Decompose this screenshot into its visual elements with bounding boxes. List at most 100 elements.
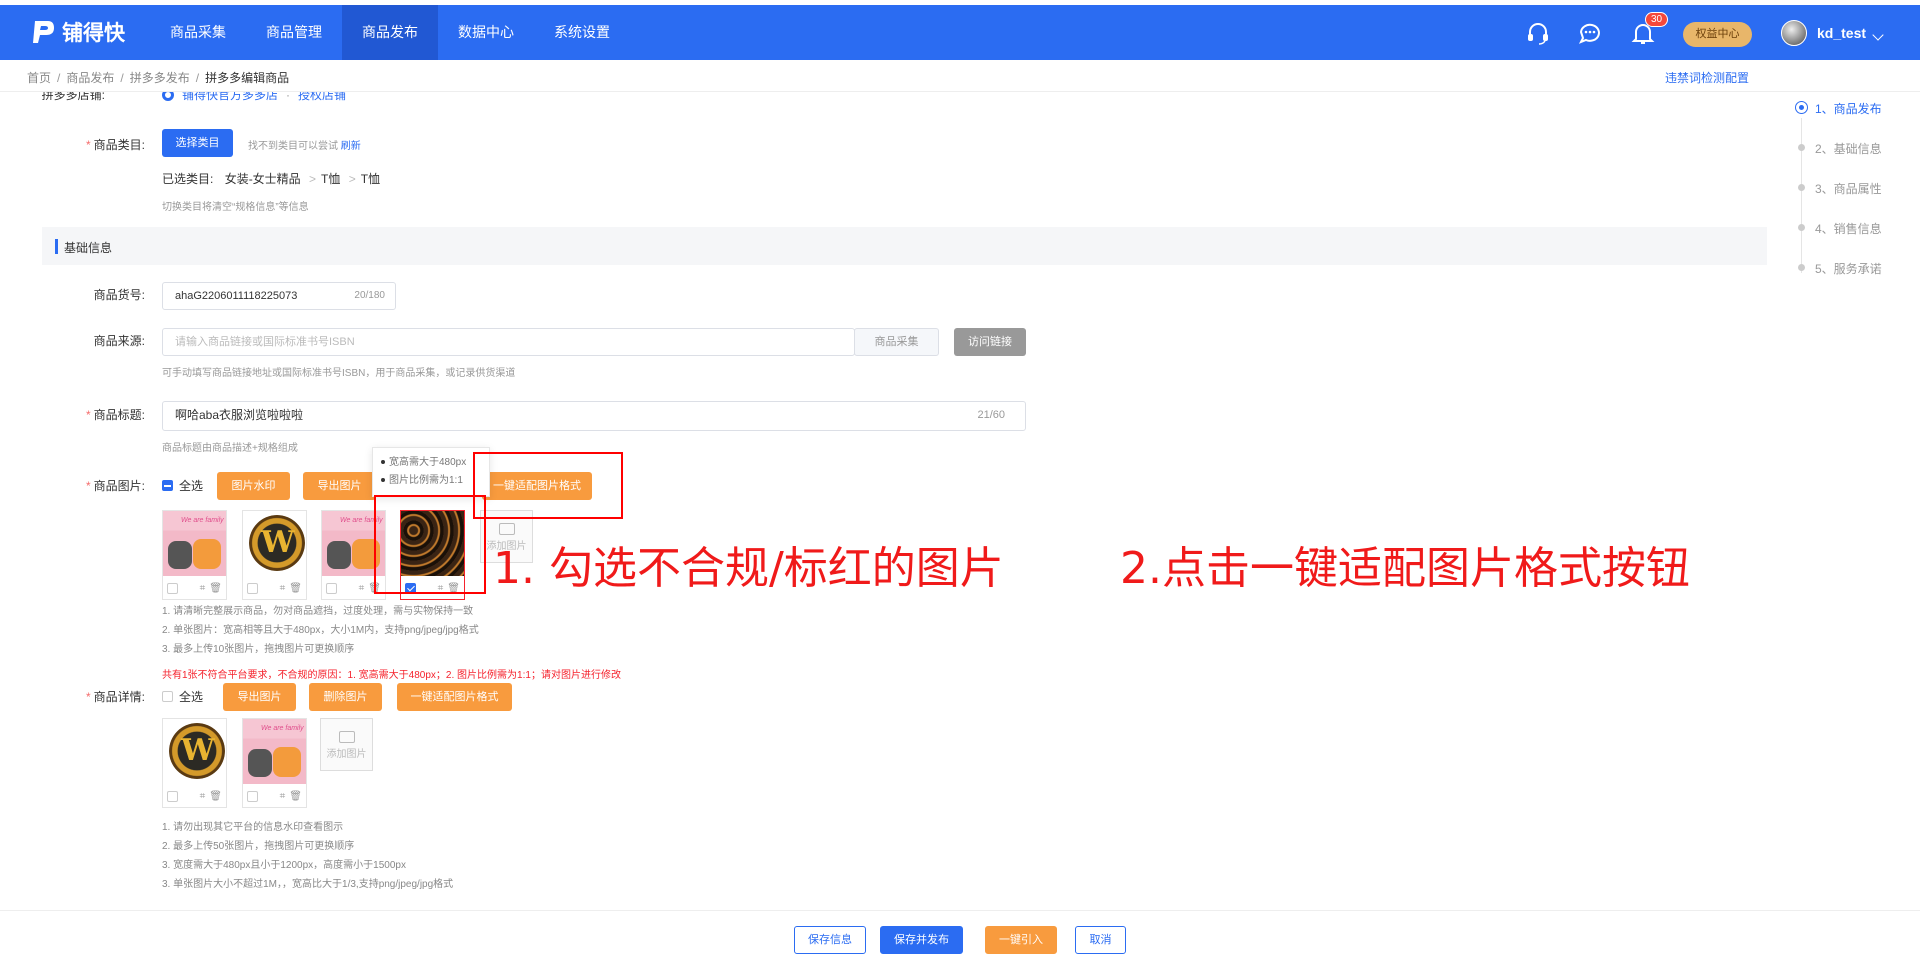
avatar[interactable] [1781, 20, 1807, 46]
step-2[interactable]: 2、基础信息 [1795, 140, 1882, 180]
image-checkbox[interactable] [167, 582, 178, 594]
title-label: * 商品标题: [85, 408, 145, 422]
basic-info-header: 基础信息 [42, 227, 1767, 265]
select-all-label: 全选 [179, 690, 204, 704]
logo[interactable]: 铺得快 [32, 17, 125, 47]
crop-icon[interactable]: ⌗ [200, 791, 206, 802]
highlight-box-button [473, 452, 623, 519]
image-placeholder-icon [338, 731, 355, 743]
trash-icon[interactable]: 🗑 [289, 791, 302, 802]
main-nav: 商品采集 商品管理 商品发布 数据中心 系统设置 [150, 5, 630, 60]
logo-icon [33, 21, 54, 43]
images-select-all[interactable]: 全选 [162, 477, 203, 494]
section-title: 基础信息 [64, 241, 113, 255]
tooltip-line: 图片比例需为1:1 [381, 472, 481, 490]
image-checkbox[interactable] [326, 582, 337, 594]
image-notes: 1. 请清晰完整展示商品，勿对商品遮挡，过度处理，需与实物保持一致 2. 单张图… [162, 606, 479, 655]
detail-image-2[interactable]: We are family ⌗ 🗑 [242, 718, 307, 808]
nav-settings[interactable]: 系统设置 [534, 5, 630, 60]
product-image-2[interactable]: W ⌗ 🗑 [242, 510, 307, 600]
chat-icon[interactable] [1577, 20, 1603, 46]
sku-label: 商品货号: [93, 288, 145, 302]
image-checkbox[interactable] [247, 790, 258, 802]
title-count: 21/60 [977, 409, 1005, 421]
username[interactable]: kd_test [1817, 25, 1866, 41]
detail-label: * 商品详情: [85, 690, 145, 704]
one-click-import-button[interactable]: 一键引入 [985, 926, 1057, 954]
chevron-down-icon[interactable] [1872, 29, 1884, 41]
step-5[interactable]: 5、服务承诺 [1795, 260, 1882, 300]
export-images-button[interactable]: 导出图片 [303, 472, 376, 500]
detail-adapt-button[interactable]: 一键适配图片格式 [397, 683, 512, 711]
breadcrumb-publish[interactable]: 商品发布 [66, 71, 114, 85]
store-option[interactable]: 铺得快官方多多店 · 授权店铺 [162, 92, 346, 103]
select-category-button[interactable]: 选择类目 [162, 129, 233, 157]
trash-icon[interactable]: 🗑 [289, 583, 302, 594]
nav-data[interactable]: 数据中心 [438, 5, 534, 60]
detail-delete-button[interactable]: 删除图片 [309, 683, 382, 711]
crop-icon[interactable]: ⌗ [280, 791, 286, 802]
step-4[interactable]: 4、销售信息 [1795, 220, 1882, 260]
violation-config-link[interactable]: 违禁词检测配置 [1665, 69, 1749, 86]
trash-icon[interactable]: 🗑 [209, 791, 222, 802]
crop-icon[interactable]: ⌗ [280, 583, 286, 594]
store-label: 拼多多店铺: [41, 92, 105, 102]
title-input[interactable]: 啊哈aba衣服浏览啦啦啦 21/60 [162, 401, 1026, 431]
step-3[interactable]: 3、商品属性 [1795, 180, 1882, 220]
nav-publish[interactable]: 商品发布 [342, 5, 438, 60]
nav-collect[interactable]: 商品采集 [150, 5, 246, 60]
source-label: 商品来源: [93, 334, 145, 348]
store-name: 铺得快官方多多店 [182, 92, 279, 102]
save-publish-button[interactable]: 保存并发布 [880, 926, 963, 954]
source-collect-button[interactable]: 商品采集 [854, 328, 939, 356]
crop-icon[interactable]: ⌗ [359, 583, 365, 594]
refresh-link[interactable]: 刷新 [341, 141, 361, 152]
sku-count: 20/180 [354, 290, 385, 301]
source-input[interactable]: 请输入商品链接或国际标准书号ISBN [162, 328, 855, 356]
save-button[interactable]: 保存信息 [794, 926, 866, 954]
vip-center-button[interactable]: 权益中心 [1683, 22, 1752, 47]
nav-manage[interactable]: 商品管理 [246, 5, 342, 60]
category-label: * 商品类目: [85, 138, 145, 152]
title-hint: 商品标题由商品描述+规格组成 [162, 443, 298, 454]
breadcrumb: 首页 / 商品发布 / 拼多多发布 / 拼多多编辑商品 [27, 71, 290, 85]
add-detail-image[interactable]: 添加图片 [320, 718, 373, 771]
breadcrumb-home[interactable]: 首页 [27, 71, 51, 85]
source-hint: 可手动填写商品链接地址或国际标准书号ISBN，用于商品采集，或记录供货渠道 [162, 368, 516, 379]
selected-category: 已选类目: 女装-女士精品 > T恤 > T恤 [162, 172, 381, 186]
detail-image-1[interactable]: W ⌗ 🗑 [162, 718, 227, 808]
notification-badge: 30 [1645, 12, 1669, 27]
breadcrumb-pdd-publish[interactable]: 拼多多发布 [130, 71, 190, 85]
annotation-step2: 2.点击一键适配图片格式按钮 [1120, 543, 1690, 594]
detail-notes: 1. 请勿出现其它平台的信息水印查看图示 2. 最多上传50张图片，拖拽图片可更… [162, 822, 454, 890]
image-checkbox[interactable] [167, 790, 178, 802]
category-hint: 找不到类目可以尝试 刷新 [248, 141, 361, 152]
sku-value: ahaG2206011118225073 [175, 290, 298, 302]
step-nav: 1、商品发布 2、基础信息 3、商品属性 4、销售信息 5、服务承诺 [1795, 100, 1882, 300]
category-switch-hint: 切换类目将清空“规格信息”等信息 [162, 202, 309, 213]
step-1[interactable]: 1、商品发布 [1795, 100, 1882, 140]
images-label: * 商品图片: [85, 479, 145, 493]
breadcrumb-current: 拼多多编辑商品 [205, 71, 290, 85]
image-error-message: 共有1张不符合平台要求，不合规的原因：1. 宽高需大于480px；2. 图片比例… [162, 670, 621, 681]
cancel-button[interactable]: 取消 [1075, 926, 1126, 954]
highlight-box-image [374, 495, 486, 594]
detail-select-all[interactable]: 全选 [162, 688, 203, 705]
image-checkbox[interactable] [247, 582, 258, 594]
form-area: 拼多多店铺: 铺得快官方多多店 · 授权店铺 * 商品类目: 选择类目 找不到类目… [0, 92, 1780, 910]
top-navbar: 铺得快 商品采集 商品管理 商品发布 数据中心 系统设置 30 权益中心 kd_… [0, 5, 1920, 60]
tooltip-line: 宽高需大于480px [381, 454, 481, 472]
visit-link-button[interactable]: 访问链接 [954, 328, 1026, 356]
annotation-step1: 1. 勾选不合规/标红的图片 [493, 543, 1004, 594]
crop-icon[interactable]: ⌗ [200, 583, 206, 594]
headset-icon[interactable] [1525, 20, 1551, 46]
detail-export-button[interactable]: 导出图片 [223, 683, 296, 711]
title-value: 啊哈aba衣服浏览啦啦啦 [175, 408, 304, 422]
product-image-1[interactable]: We are family ⌗ 🗑 [162, 510, 227, 600]
select-all-label: 全选 [179, 479, 204, 493]
logo-text: 铺得快 [62, 22, 125, 45]
store-auth-link[interactable]: 授权店铺 [298, 92, 346, 103]
watermark-button[interactable]: 图片水印 [217, 472, 290, 500]
sku-input[interactable]: ahaG2206011118225073 20/180 [162, 282, 396, 310]
trash-icon[interactable]: 🗑 [209, 583, 222, 594]
